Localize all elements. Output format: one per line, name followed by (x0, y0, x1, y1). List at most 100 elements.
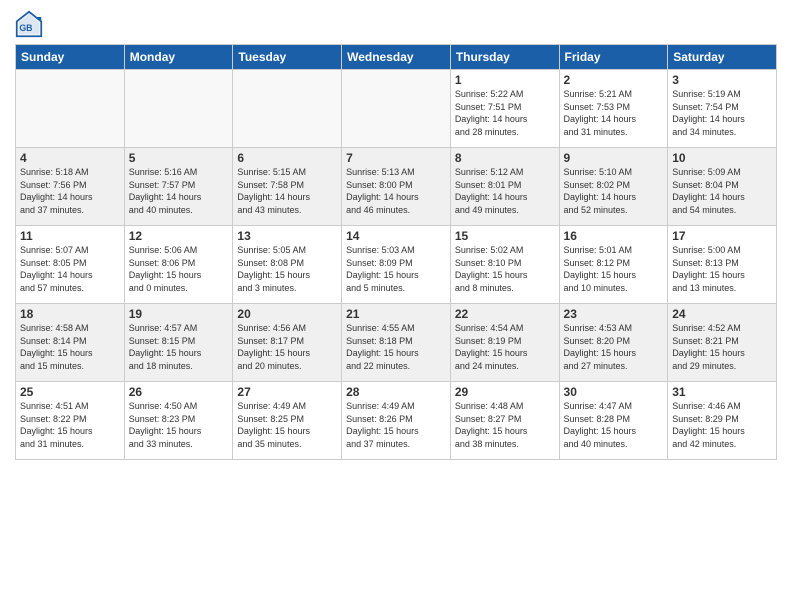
calendar-cell: 21Sunrise: 4:55 AM Sunset: 8:18 PM Dayli… (342, 304, 451, 382)
day-number: 20 (237, 307, 337, 321)
day-info: Sunrise: 5:15 AM Sunset: 7:58 PM Dayligh… (237, 166, 337, 216)
calendar-cell (342, 70, 451, 148)
calendar-cell: 28Sunrise: 4:49 AM Sunset: 8:26 PM Dayli… (342, 382, 451, 460)
day-number: 2 (564, 73, 664, 87)
day-info: Sunrise: 5:05 AM Sunset: 8:08 PM Dayligh… (237, 244, 337, 294)
calendar-cell: 4Sunrise: 5:18 AM Sunset: 7:56 PM Daylig… (16, 148, 125, 226)
day-info: Sunrise: 5:19 AM Sunset: 7:54 PM Dayligh… (672, 88, 772, 138)
page: GB SundayMondayTuesdayWednesdayThursdayF… (0, 0, 792, 612)
day-info: Sunrise: 5:18 AM Sunset: 7:56 PM Dayligh… (20, 166, 120, 216)
calendar-cell: 7Sunrise: 5:13 AM Sunset: 8:00 PM Daylig… (342, 148, 451, 226)
day-info: Sunrise: 4:46 AM Sunset: 8:29 PM Dayligh… (672, 400, 772, 450)
calendar-cell: 8Sunrise: 5:12 AM Sunset: 8:01 PM Daylig… (450, 148, 559, 226)
calendar-week-row: 18Sunrise: 4:58 AM Sunset: 8:14 PM Dayli… (16, 304, 777, 382)
day-number: 5 (129, 151, 229, 165)
day-number: 27 (237, 385, 337, 399)
calendar-header-sunday: Sunday (16, 45, 125, 70)
day-info: Sunrise: 4:56 AM Sunset: 8:17 PM Dayligh… (237, 322, 337, 372)
day-info: Sunrise: 5:06 AM Sunset: 8:06 PM Dayligh… (129, 244, 229, 294)
calendar-header-row: SundayMondayTuesdayWednesdayThursdayFrid… (16, 45, 777, 70)
header: GB (15, 10, 777, 38)
day-info: Sunrise: 5:07 AM Sunset: 8:05 PM Dayligh… (20, 244, 120, 294)
day-number: 6 (237, 151, 337, 165)
calendar-cell: 31Sunrise: 4:46 AM Sunset: 8:29 PM Dayli… (668, 382, 777, 460)
day-number: 23 (564, 307, 664, 321)
logo-icon: GB (15, 10, 43, 38)
day-info: Sunrise: 5:02 AM Sunset: 8:10 PM Dayligh… (455, 244, 555, 294)
day-number: 21 (346, 307, 446, 321)
day-number: 29 (455, 385, 555, 399)
day-info: Sunrise: 4:48 AM Sunset: 8:27 PM Dayligh… (455, 400, 555, 450)
calendar-cell: 20Sunrise: 4:56 AM Sunset: 8:17 PM Dayli… (233, 304, 342, 382)
day-info: Sunrise: 4:49 AM Sunset: 8:25 PM Dayligh… (237, 400, 337, 450)
day-info: Sunrise: 5:12 AM Sunset: 8:01 PM Dayligh… (455, 166, 555, 216)
day-number: 22 (455, 307, 555, 321)
day-number: 17 (672, 229, 772, 243)
day-info: Sunrise: 4:49 AM Sunset: 8:26 PM Dayligh… (346, 400, 446, 450)
day-info: Sunrise: 5:13 AM Sunset: 8:00 PM Dayligh… (346, 166, 446, 216)
calendar-cell: 19Sunrise: 4:57 AM Sunset: 8:15 PM Dayli… (124, 304, 233, 382)
calendar-header-tuesday: Tuesday (233, 45, 342, 70)
calendar-week-row: 25Sunrise: 4:51 AM Sunset: 8:22 PM Dayli… (16, 382, 777, 460)
day-info: Sunrise: 4:58 AM Sunset: 8:14 PM Dayligh… (20, 322, 120, 372)
day-info: Sunrise: 4:51 AM Sunset: 8:22 PM Dayligh… (20, 400, 120, 450)
day-number: 31 (672, 385, 772, 399)
day-info: Sunrise: 4:50 AM Sunset: 8:23 PM Dayligh… (129, 400, 229, 450)
calendar-cell: 24Sunrise: 4:52 AM Sunset: 8:21 PM Dayli… (668, 304, 777, 382)
day-info: Sunrise: 5:10 AM Sunset: 8:02 PM Dayligh… (564, 166, 664, 216)
calendar-cell: 30Sunrise: 4:47 AM Sunset: 8:28 PM Dayli… (559, 382, 668, 460)
calendar-cell: 15Sunrise: 5:02 AM Sunset: 8:10 PM Dayli… (450, 226, 559, 304)
day-info: Sunrise: 4:55 AM Sunset: 8:18 PM Dayligh… (346, 322, 446, 372)
calendar-cell: 23Sunrise: 4:53 AM Sunset: 8:20 PM Dayli… (559, 304, 668, 382)
calendar-cell: 3Sunrise: 5:19 AM Sunset: 7:54 PM Daylig… (668, 70, 777, 148)
day-number: 16 (564, 229, 664, 243)
calendar-cell: 12Sunrise: 5:06 AM Sunset: 8:06 PM Dayli… (124, 226, 233, 304)
calendar-header-monday: Monday (124, 45, 233, 70)
calendar-cell: 11Sunrise: 5:07 AM Sunset: 8:05 PM Dayli… (16, 226, 125, 304)
calendar-week-row: 4Sunrise: 5:18 AM Sunset: 7:56 PM Daylig… (16, 148, 777, 226)
calendar-cell: 9Sunrise: 5:10 AM Sunset: 8:02 PM Daylig… (559, 148, 668, 226)
day-info: Sunrise: 4:54 AM Sunset: 8:19 PM Dayligh… (455, 322, 555, 372)
calendar-cell: 16Sunrise: 5:01 AM Sunset: 8:12 PM Dayli… (559, 226, 668, 304)
calendar-header-wednesday: Wednesday (342, 45, 451, 70)
calendar-header-thursday: Thursday (450, 45, 559, 70)
svg-text:GB: GB (19, 23, 32, 33)
day-info: Sunrise: 5:01 AM Sunset: 8:12 PM Dayligh… (564, 244, 664, 294)
day-number: 15 (455, 229, 555, 243)
calendar-cell: 26Sunrise: 4:50 AM Sunset: 8:23 PM Dayli… (124, 382, 233, 460)
day-number: 4 (20, 151, 120, 165)
day-info: Sunrise: 5:22 AM Sunset: 7:51 PM Dayligh… (455, 88, 555, 138)
calendar-table: SundayMondayTuesdayWednesdayThursdayFrid… (15, 44, 777, 460)
day-info: Sunrise: 5:00 AM Sunset: 8:13 PM Dayligh… (672, 244, 772, 294)
day-number: 11 (20, 229, 120, 243)
day-info: Sunrise: 4:47 AM Sunset: 8:28 PM Dayligh… (564, 400, 664, 450)
day-number: 19 (129, 307, 229, 321)
calendar-header-saturday: Saturday (668, 45, 777, 70)
calendar-week-row: 1Sunrise: 5:22 AM Sunset: 7:51 PM Daylig… (16, 70, 777, 148)
calendar-cell: 29Sunrise: 4:48 AM Sunset: 8:27 PM Dayli… (450, 382, 559, 460)
day-info: Sunrise: 5:21 AM Sunset: 7:53 PM Dayligh… (564, 88, 664, 138)
day-info: Sunrise: 5:09 AM Sunset: 8:04 PM Dayligh… (672, 166, 772, 216)
calendar-cell: 13Sunrise: 5:05 AM Sunset: 8:08 PM Dayli… (233, 226, 342, 304)
day-number: 30 (564, 385, 664, 399)
calendar-cell: 2Sunrise: 5:21 AM Sunset: 7:53 PM Daylig… (559, 70, 668, 148)
calendar-cell: 1Sunrise: 5:22 AM Sunset: 7:51 PM Daylig… (450, 70, 559, 148)
day-number: 9 (564, 151, 664, 165)
day-number: 26 (129, 385, 229, 399)
calendar-cell (124, 70, 233, 148)
day-number: 24 (672, 307, 772, 321)
calendar-cell: 6Sunrise: 5:15 AM Sunset: 7:58 PM Daylig… (233, 148, 342, 226)
calendar-week-row: 11Sunrise: 5:07 AM Sunset: 8:05 PM Dayli… (16, 226, 777, 304)
day-number: 7 (346, 151, 446, 165)
day-number: 1 (455, 73, 555, 87)
calendar-cell (233, 70, 342, 148)
calendar-header-friday: Friday (559, 45, 668, 70)
calendar-cell: 27Sunrise: 4:49 AM Sunset: 8:25 PM Dayli… (233, 382, 342, 460)
day-number: 28 (346, 385, 446, 399)
day-number: 13 (237, 229, 337, 243)
day-number: 10 (672, 151, 772, 165)
day-number: 14 (346, 229, 446, 243)
logo: GB (15, 10, 47, 38)
calendar-cell: 14Sunrise: 5:03 AM Sunset: 8:09 PM Dayli… (342, 226, 451, 304)
calendar-cell: 17Sunrise: 5:00 AM Sunset: 8:13 PM Dayli… (668, 226, 777, 304)
